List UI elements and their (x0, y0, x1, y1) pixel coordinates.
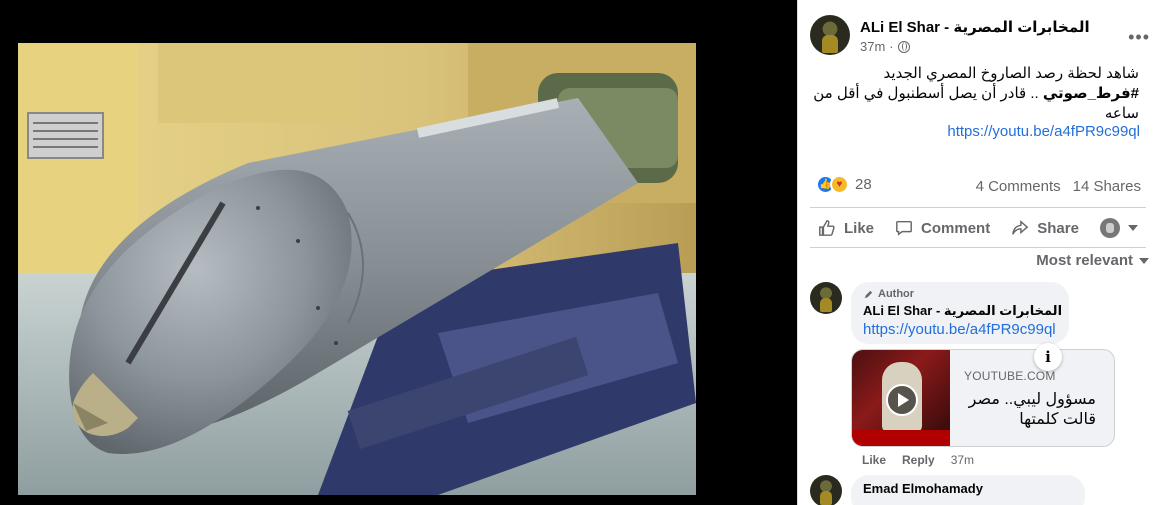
comment-link[interactable]: https://youtu.be/a4fPR9c99ql (863, 321, 1057, 338)
post-link[interactable]: https://youtu.be/a4fPR9c99ql (947, 123, 1140, 140)
like-button[interactable]: Like (810, 219, 882, 237)
chevron-down-icon (1127, 225, 1138, 231)
post-hashtag[interactable]: #فرط_صوتي (1043, 85, 1139, 102)
share-icon (1012, 220, 1029, 235)
preview-title: مسؤول ليبي.. مصر قالت كلمتها (968, 391, 1096, 428)
reaction-summary[interactable]: 👍 ♥ 28 (816, 175, 872, 194)
share-label: Share (1037, 219, 1079, 237)
commenter-avatar[interactable] (810, 475, 842, 505)
page-avatar (1099, 218, 1120, 238)
comment-time[interactable]: 37m (951, 453, 974, 467)
comment-item: Emad Elmohamady (810, 475, 1160, 505)
thumbs-up-icon (819, 220, 835, 236)
chevron-down-icon (1139, 257, 1149, 264)
comment-like-button[interactable]: Like (862, 453, 886, 467)
sort-label: Most relevant (1036, 252, 1133, 269)
comment-sort-dropdown[interactable]: Most relevant (1036, 252, 1149, 269)
preview-source: YOUTUBE.COM (964, 369, 1056, 383)
globe-icon (897, 40, 910, 53)
more-dots-icon[interactable]: ••• (1128, 27, 1150, 48)
info-icon[interactable]: i (1034, 343, 1062, 371)
photo-area (0, 0, 797, 505)
comment-actions: Like Reply 37m (862, 453, 974, 467)
divider (810, 247, 1146, 248)
divider (810, 207, 1146, 208)
comment-bubble: Author ALi El Shar - المخابرات المصرية h… (851, 282, 1069, 344)
engagement-counts: 4 Comments 14 Shares (976, 178, 1141, 195)
post-time[interactable]: 37m (860, 39, 885, 54)
comment-label: Comment (921, 219, 991, 237)
panel-scrollbar[interactable] (1159, 0, 1169, 505)
commenter-avatar[interactable] (810, 282, 842, 314)
play-icon[interactable] (886, 384, 918, 416)
care-reaction-icon: ♥ (830, 175, 849, 194)
author-name[interactable]: ALi El Shar - المخابرات المصرية (860, 18, 1090, 36)
author-avatar[interactable] (810, 15, 850, 55)
react-as-selector[interactable] (1092, 218, 1146, 238)
post-photo[interactable] (18, 43, 696, 495)
post-actions: Like Comment Share (810, 214, 1146, 242)
comment-reply-button[interactable]: Reply (902, 453, 935, 467)
shares-count[interactable]: 14 Shares (1073, 178, 1141, 195)
missile-photo-image (18, 43, 696, 495)
comment-icon (896, 220, 912, 236)
post-meta: 37m · (860, 39, 910, 54)
post-text: شاهد لحظة رصد الصاروخ المصري الجديد #فرط… (809, 64, 1139, 124)
link-preview-card[interactable]: YOUTUBE.COM مسؤول ليبي.. مصر قالت كلمتها (851, 349, 1115, 447)
pencil-icon (864, 290, 873, 298)
post-header: ALi El Shar - المخابرات المصرية 37m · ••… (810, 15, 1160, 57)
comment-button[interactable]: Comment (887, 219, 998, 237)
reaction-count: 28 (855, 176, 872, 193)
share-button[interactable]: Share (1003, 219, 1087, 237)
video-thumbnail (852, 350, 950, 446)
commenter-name[interactable]: ALi El Shar - المخابرات المصرية (863, 303, 1062, 319)
author-badge: Author (863, 288, 1057, 300)
comment-bubble: Emad Elmohamady (851, 475, 1085, 505)
post-side-panel: ALi El Shar - المخابرات المصرية 37m · ••… (797, 0, 1169, 505)
commenter-name[interactable]: Emad Elmohamady (863, 481, 1073, 496)
author-badge-label: Author (878, 288, 915, 300)
comments-count[interactable]: 4 Comments (976, 178, 1061, 195)
post-text-line1: شاهد لحظة رصد الصاروخ المصري الجديد (883, 65, 1139, 82)
facebook-photo-viewer: ALi El Shar - المخابرات المصرية 37m · ••… (0, 0, 1169, 505)
like-label: Like (844, 219, 875, 237)
